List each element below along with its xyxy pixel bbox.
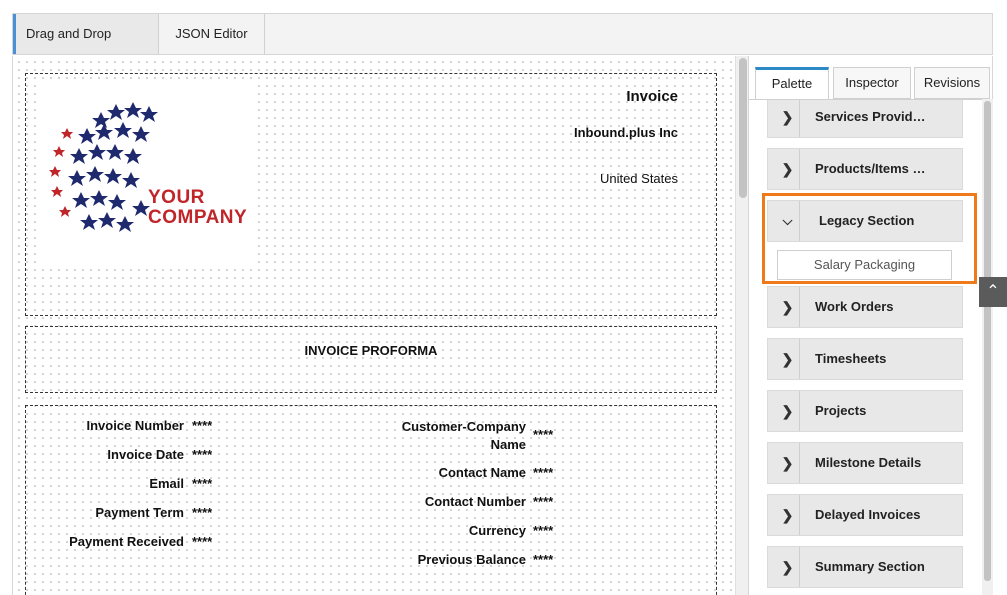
logo-text-line2: COMPANY <box>148 207 248 228</box>
field-invoice-date[interactable]: Invoice Date **** <box>26 447 326 467</box>
field-label: Previous Balance <box>417 552 526 567</box>
canvas-scrollbar-thumb[interactable] <box>739 58 747 198</box>
chevron-right-icon: ❯ <box>776 443 800 483</box>
field-payment-received[interactable]: Payment Received **** <box>26 534 326 554</box>
tab-revisions[interactable]: Revisions <box>914 67 990 99</box>
header-section[interactable]: YOUR COMPANY Invoice Inbound.plus Inc Un… <box>25 73 717 316</box>
palette-item-work-orders[interactable]: ❯ Work Orders <box>767 286 963 328</box>
palette-item-label: Milestone Details <box>815 455 922 470</box>
field-value: **** <box>192 447 213 462</box>
field-value: **** <box>533 494 554 509</box>
field-contact-name[interactable]: Contact Name **** <box>366 465 626 485</box>
field-label: Invoice Date <box>107 447 184 462</box>
side-panel: Palette Inspector Revisions ❯ Services P… <box>748 56 993 595</box>
field-label: Invoice Number <box>86 418 184 433</box>
field-value: **** <box>192 418 213 433</box>
field-email[interactable]: Email **** <box>26 476 326 496</box>
palette-item-label: Services Provid… <box>815 109 926 124</box>
editor-tabs: Drag and Drop Editor JSON Editor <box>12 13 993 81</box>
palette-item-services[interactable]: ❯ Services Provid… <box>767 100 963 138</box>
field-label: Email <box>149 476 184 491</box>
field-previous-balance[interactable]: Previous Balance **** <box>366 552 626 572</box>
palette-item-projects[interactable]: ❯ Projects <box>767 390 963 432</box>
palette-item-timesheets[interactable]: ❯ Timesheets <box>767 338 963 380</box>
field-contact-number[interactable]: Contact Number **** <box>366 494 626 514</box>
company-name[interactable]: Inbound.plus Inc <box>574 125 678 140</box>
field-customer-company-name[interactable]: Customer-Company Name **** <box>366 418 626 458</box>
palette-item-summary-section[interactable]: ❯ Summary Section <box>767 546 963 588</box>
chevron-right-icon: ❯ <box>776 287 800 327</box>
tab-json-editor[interactable]: JSON Editor <box>159 14 265 54</box>
details-section[interactable]: Invoice Number **** Invoice Date **** Em… <box>25 405 717 595</box>
legacy-section-highlight <box>762 193 977 284</box>
palette-item-label: Products/Items … <box>815 161 926 176</box>
field-label: Contact Number <box>424 494 526 509</box>
field-label: Payment Term <box>95 505 184 520</box>
chevron-right-icon: ❯ <box>776 547 800 587</box>
field-label: Customer-Company Name <box>401 419 526 452</box>
field-value: **** <box>533 465 554 480</box>
palette-item-delayed-invoices[interactable]: ❯ Delayed Invoices <box>767 494 963 536</box>
logo-text: YOUR COMPANY <box>148 188 247 228</box>
chevron-right-icon: ❯ <box>776 339 800 379</box>
palette-scrollbar[interactable] <box>982 99 993 595</box>
field-value: **** <box>533 552 554 567</box>
palette-item-products[interactable]: ❯ Products/Items … <box>767 148 963 190</box>
chevron-up-icon: ⌃ <box>986 283 1000 300</box>
palette-item-label: Delayed Invoices <box>815 507 921 522</box>
canvas-scrollbar[interactable] <box>735 56 748 595</box>
chevron-right-icon: ❯ <box>776 495 800 535</box>
field-invoice-number[interactable]: Invoice Number **** <box>26 418 326 438</box>
panel-tabs: Palette Inspector Revisions <box>749 56 994 99</box>
chevron-right-icon: ❯ <box>776 391 800 431</box>
scroll-to-top-button[interactable]: ⌃ <box>979 277 1007 307</box>
company-country[interactable]: United States <box>600 171 678 186</box>
editor-canvas: YOUR COMPANY Invoice Inbound.plus Inc Un… <box>12 56 748 595</box>
field-label: Contact Name <box>438 465 526 480</box>
chevron-right-icon: ❯ <box>776 100 800 137</box>
proforma-section[interactable]: INVOICE PROFORMA <box>25 326 717 393</box>
palette-scrollbar-thumb[interactable] <box>984 101 991 581</box>
palette-item-label: Work Orders <box>815 299 894 314</box>
proforma-title[interactable]: INVOICE PROFORMA <box>26 343 716 358</box>
palette-item-milestone-details[interactable]: ❯ Milestone Details <box>767 442 963 484</box>
field-label: Payment Received <box>69 534 184 549</box>
company-logo[interactable]: YOUR COMPANY <box>41 82 252 268</box>
canvas-grid: YOUR COMPANY Invoice Inbound.plus Inc Un… <box>13 56 735 595</box>
invoice-title[interactable]: Invoice <box>626 88 678 105</box>
tab-drag-drop-editor[interactable]: Drag and Drop Editor <box>13 14 159 81</box>
tab-inspector[interactable]: Inspector <box>833 67 911 99</box>
field-value: **** <box>533 523 554 538</box>
field-value: **** <box>192 505 213 520</box>
field-label: Currency <box>468 523 526 538</box>
palette-item-label: Projects <box>815 403 867 418</box>
palette-item-label: Timesheets <box>815 351 887 366</box>
field-value: **** <box>192 476 213 491</box>
palette-item-label: Summary Section <box>815 559 925 574</box>
palette-list: ❯ Services Provid… ❯ Products/Items … ⌵ … <box>749 99 982 595</box>
field-value: **** <box>192 534 213 549</box>
logo-globe-icon <box>49 102 158 232</box>
field-payment-term[interactable]: Payment Term **** <box>26 505 326 525</box>
chevron-right-icon: ❯ <box>776 149 800 189</box>
field-value: **** <box>533 427 554 442</box>
logo-text-line1: YOUR <box>148 187 205 208</box>
field-currency[interactable]: Currency **** <box>366 523 626 543</box>
tab-palette[interactable]: Palette <box>755 67 829 99</box>
